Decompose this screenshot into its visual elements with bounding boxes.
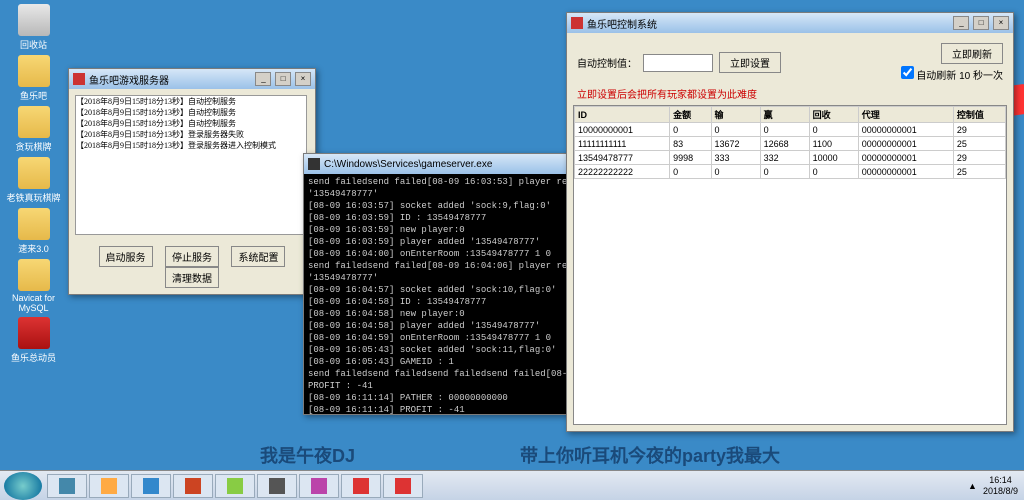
- set-now-button[interactable]: 立即设置: [719, 52, 781, 73]
- minimize-button[interactable]: _: [255, 72, 271, 86]
- taskbar-button[interactable]: [131, 474, 171, 498]
- clear-data-button[interactable]: 清理数据: [165, 267, 219, 288]
- minimize-button[interactable]: _: [953, 16, 969, 30]
- maximize-button[interactable]: □: [973, 16, 989, 30]
- taskbar: ▲ 16:142018/8/9: [0, 470, 1024, 500]
- maximize-button[interactable]: □: [275, 72, 291, 86]
- taskbar-button[interactable]: [257, 474, 297, 498]
- auto-control-label: 自动控制值：: [577, 55, 637, 70]
- app-icon: [571, 17, 583, 29]
- tray-icon[interactable]: ▲: [968, 481, 977, 491]
- taskbar-button[interactable]: [215, 474, 255, 498]
- taskbar-button[interactable]: [47, 474, 87, 498]
- system-tray[interactable]: ▲ 16:142018/8/9: [962, 475, 1024, 497]
- subtitle-text-1: 我是午夜DJ: [260, 442, 355, 468]
- table-row[interactable]: 2222222222200000000000000125: [575, 165, 1006, 179]
- control-titlebar[interactable]: 鱼乐吧控制系统 _ □ ×: [567, 13, 1013, 33]
- auto-refresh-checkbox[interactable]: 自动刷新 10 秒一次: [901, 66, 1003, 82]
- close-button[interactable]: ×: [295, 72, 311, 86]
- app-icon: [73, 73, 85, 85]
- desktop-icon-navicat[interactable]: Navicat for MySQL: [6, 259, 61, 313]
- desktop: 回收站 鱼乐吧 贪玩棋牌 老铁真玩棋牌 速来3.0 Navicat for My…: [0, 0, 67, 368]
- warning-text: 立即设置后会把所有玩家都设置为此难度: [573, 86, 1007, 105]
- control-window[interactable]: 鱼乐吧控制系统 _ □ × 自动控制值： 立即设置 立即刷新 自动刷新 10 秒…: [566, 12, 1014, 432]
- refresh-now-button[interactable]: 立即刷新: [941, 43, 1003, 64]
- close-button[interactable]: ×: [993, 16, 1009, 30]
- log-textarea[interactable]: 【2018年8月9日15时18分13秒】自动控制服务 【2018年8月9日15时…: [75, 95, 307, 235]
- taskbar-button[interactable]: [299, 474, 339, 498]
- desktop-icon-app[interactable]: 鱼乐总动员: [6, 317, 61, 364]
- clock[interactable]: 16:142018/8/9: [983, 475, 1018, 497]
- auto-control-input[interactable]: [643, 54, 713, 72]
- desktop-icon-yule[interactable]: 鱼乐吧: [6, 55, 61, 102]
- log-window-title: 鱼乐吧游戏服务器: [89, 72, 254, 87]
- taskbar-button[interactable]: [89, 474, 129, 498]
- start-button[interactable]: [4, 472, 42, 500]
- taskbar-button[interactable]: [173, 474, 213, 498]
- table-row[interactable]: 1111111111183136721266811000000000000125: [575, 137, 1006, 151]
- start-service-button[interactable]: 启动服务: [99, 246, 153, 267]
- desktop-icon-recycle[interactable]: 回收站: [6, 4, 61, 51]
- log-window[interactable]: 鱼乐吧游戏服务器 _ □ × 【2018年8月9日15时18分13秒】自动控制服…: [68, 68, 316, 295]
- system-config-button[interactable]: 系统配置: [231, 246, 285, 267]
- log-window-titlebar[interactable]: 鱼乐吧游戏服务器 _ □ ×: [69, 69, 315, 89]
- subtitle-text-2: 带上你听耳机今夜的party我最大: [520, 442, 780, 468]
- stop-service-button[interactable]: 停止服务: [165, 246, 219, 267]
- desktop-icon-laotie[interactable]: 老铁真玩棋牌: [6, 157, 61, 204]
- control-title: 鱼乐吧控制系统: [587, 16, 952, 31]
- table-header-row: ID金额输赢回收代理控制值: [575, 107, 1006, 123]
- data-grid[interactable]: ID金额输赢回收代理控制值 10000000001000000000000001…: [573, 105, 1007, 425]
- taskbar-button[interactable]: [383, 474, 423, 498]
- desktop-icon-sulai[interactable]: 速来3.0: [6, 208, 61, 255]
- taskbar-button[interactable]: [341, 474, 381, 498]
- desktop-icon-tanwan[interactable]: 贪玩棋牌: [6, 106, 61, 153]
- console-icon: [308, 158, 320, 170]
- table-row[interactable]: 135494787779998333332100000000000000129: [575, 151, 1006, 165]
- table-row[interactable]: 1000000000100000000000000129: [575, 123, 1006, 137]
